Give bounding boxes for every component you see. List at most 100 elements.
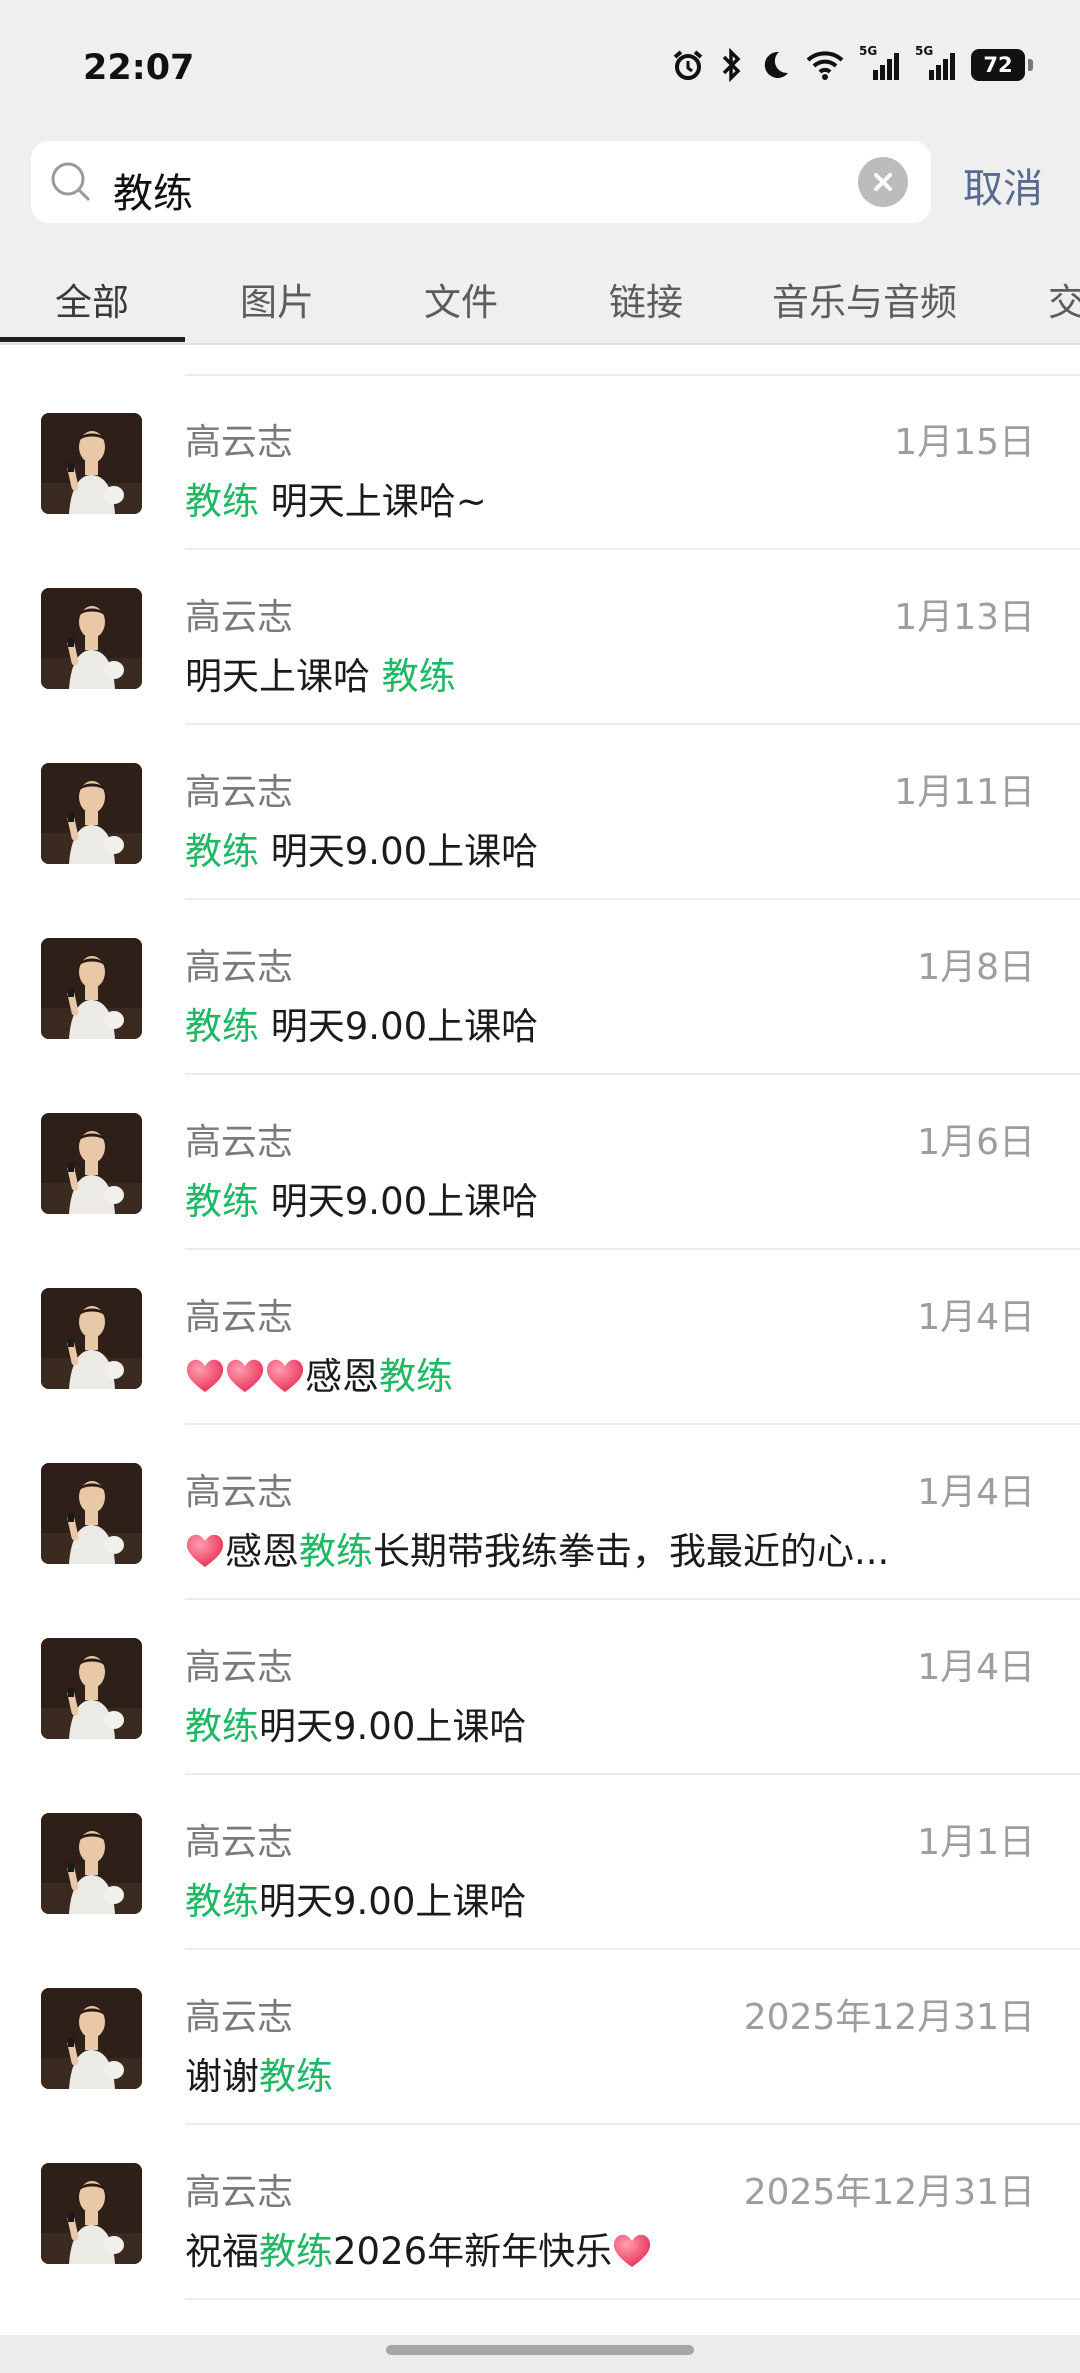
- sender-name: 高云志: [185, 1472, 294, 1513]
- moon-icon: [764, 51, 788, 78]
- tab-images[interactable]: 图片: [240, 272, 314, 326]
- highlighted-keyword: 教练: [259, 2230, 333, 2273]
- message-date: 1月4日: [917, 1297, 1035, 1338]
- message-text: 明天9.00上课哈: [259, 830, 539, 873]
- heart-icon: [186, 1534, 224, 1567]
- heart-icon: [266, 1359, 304, 1392]
- avatar[interactable]: [41, 1113, 142, 1214]
- avatar[interactable]: [41, 413, 142, 514]
- highlighted-keyword: 教练: [379, 1355, 453, 1398]
- search-box[interactable]: 教练: [31, 141, 931, 223]
- highlighted-keyword: 教练: [185, 1880, 259, 1923]
- highlighted-keyword: 教练: [259, 2055, 333, 2098]
- result-item[interactable]: 高云志 1月4日感恩教练: [0, 1250, 1080, 1425]
- cancel-button[interactable]: 取消: [963, 156, 1043, 214]
- avatar[interactable]: [41, 763, 142, 864]
- battery-icon: 72: [971, 49, 1033, 81]
- sender-name: 高云志: [185, 422, 294, 463]
- avatar[interactable]: [41, 1288, 142, 1389]
- message-preview: 教练 明天9.00上课哈: [185, 1171, 538, 1225]
- avatar[interactable]: [41, 1638, 142, 1739]
- tab-links[interactable]: 链接: [609, 272, 683, 326]
- highlighted-keyword: 教练: [299, 1530, 373, 1573]
- message-text: 明天9.00上课哈: [259, 1880, 527, 1923]
- message-preview: 感恩教练长期带我练拳击，我最近的心...: [185, 1521, 889, 1575]
- message-date: 1月13日: [894, 597, 1035, 638]
- message-preview: 教练明天9.00上课哈: [185, 1871, 526, 1925]
- highlighted-keyword: 教练: [185, 830, 259, 873]
- message-preview: 教练 明天上课哈~: [185, 471, 487, 525]
- message-text: 祝福: [185, 2230, 259, 2273]
- bluetooth-icon: [722, 48, 741, 82]
- result-item[interactable]: 高云志 2025年12月31日谢谢教练: [0, 1950, 1080, 2125]
- home-indicator[interactable]: [386, 2345, 694, 2355]
- wifi-icon: [806, 51, 844, 80]
- search-input[interactable]: 教练: [113, 161, 193, 219]
- result-item[interactable]: 高云志 2025年12月31日 祝福教练2026年新年快乐: [0, 2125, 1080, 2300]
- result-list: 高云志 1月15日 教练 明天上课哈~ 高云志 1月13日 明天上课哈 教练 高云志 1月11…: [0, 375, 1080, 2300]
- result-item[interactable]: 高云志 1月4日 感恩教练长期带我练拳击，我最近的心...: [0, 1425, 1080, 1600]
- message-text: 明天9.00上课哈: [259, 1705, 527, 1748]
- clear-search-icon[interactable]: [858, 157, 908, 207]
- message-preview: 谢谢教练: [185, 2046, 333, 2100]
- active-tab-indicator: [0, 337, 185, 342]
- heart-icon: [186, 1359, 224, 1392]
- result-item[interactable]: 高云志 1月11日 教练 明天9.00上课哈: [0, 725, 1080, 900]
- message-preview: 教练 明天9.00上课哈: [185, 996, 538, 1050]
- status-bar: 22:07 5G 5G 72: [0, 0, 1080, 140]
- sender-name: 高云志: [185, 1647, 294, 1688]
- message-date: 2025年12月31日: [743, 1997, 1035, 2038]
- avatar[interactable]: [41, 588, 142, 689]
- message-date: 1月6日: [917, 1122, 1035, 1163]
- avatar[interactable]: [41, 1463, 142, 1564]
- sender-name: 高云志: [185, 1997, 294, 2038]
- highlighted-keyword: 教练: [185, 480, 259, 523]
- close-icon: [874, 173, 892, 191]
- highlighted-keyword: 教练: [185, 1180, 259, 1223]
- message-preview: 教练 明天9.00上课哈: [185, 821, 538, 875]
- message-text: 明天上课哈~: [259, 480, 487, 523]
- avatar[interactable]: [41, 1988, 142, 2089]
- message-text: 明天9.00上课哈: [259, 1180, 539, 1223]
- result-item[interactable]: 高云志 1月15日 教练 明天上课哈~: [0, 375, 1080, 550]
- avatar[interactable]: [41, 2163, 142, 2264]
- message-preview: 祝福教练2026年新年快乐: [185, 2221, 652, 2275]
- message-text: 感恩: [305, 1355, 379, 1398]
- message-text: 谢谢: [185, 2055, 259, 2098]
- tab-music-audio[interactable]: 音乐与音频: [772, 272, 957, 326]
- message-text: 长期带我练拳击，我最近的心...: [373, 1530, 890, 1573]
- result-item[interactable]: 高云志 1月8日教练 明天9.00上课哈: [0, 900, 1080, 1075]
- result-item[interactable]: 高云志 1月6日教练 明天9.00上课哈: [0, 1075, 1080, 1250]
- message-date: 1月8日: [917, 947, 1035, 988]
- message-text: 明天9.00上课哈: [259, 1005, 539, 1048]
- message-preview: 明天上课哈 教练: [185, 646, 456, 700]
- avatar[interactable]: [41, 1813, 142, 1914]
- highlighted-keyword: 教练: [381, 655, 456, 698]
- result-item[interactable]: 高云志 1月1日 教练明天9.00上课哈: [0, 1775, 1080, 1950]
- sender-name: 高云志: [185, 597, 294, 638]
- message-preview: 教练明天9.00上课哈: [185, 1696, 526, 1750]
- sender-name: 高云志: [185, 1822, 294, 1863]
- message-date: 2025年12月31日: [743, 2172, 1035, 2213]
- cell-signal-1-icon: 5G: [859, 44, 901, 82]
- message-text: 感恩: [225, 1530, 299, 1573]
- search-icon: [51, 162, 91, 202]
- result-item[interactable]: 高云志 1月13日明天上课哈 教练: [0, 550, 1080, 725]
- message-preview: 感恩教练: [185, 1346, 453, 1400]
- sender-name: 高云志: [185, 1122, 294, 1163]
- avatar[interactable]: [41, 938, 142, 1039]
- cell-signal-2-icon: 5G: [915, 44, 957, 82]
- sender-name: 高云志: [185, 772, 294, 813]
- status-time: 22:07: [83, 48, 195, 88]
- tab-all[interactable]: 全部: [55, 272, 129, 326]
- result-item[interactable]: 高云志 1月4日 教练明天9.00上课哈: [0, 1600, 1080, 1775]
- alarm-icon: [673, 50, 703, 80]
- tab-transactions[interactable]: 交: [1048, 272, 1080, 326]
- item-divider: [185, 2298, 1080, 2300]
- heart-icon: [226, 1359, 264, 1392]
- message-text: 明天上课哈: [185, 655, 382, 698]
- tab-files[interactable]: 文件: [424, 272, 498, 326]
- highlighted-keyword: 教练: [185, 1005, 259, 1048]
- sender-name: 高云志: [185, 1297, 294, 1338]
- sender-name: 高云志: [185, 947, 294, 988]
